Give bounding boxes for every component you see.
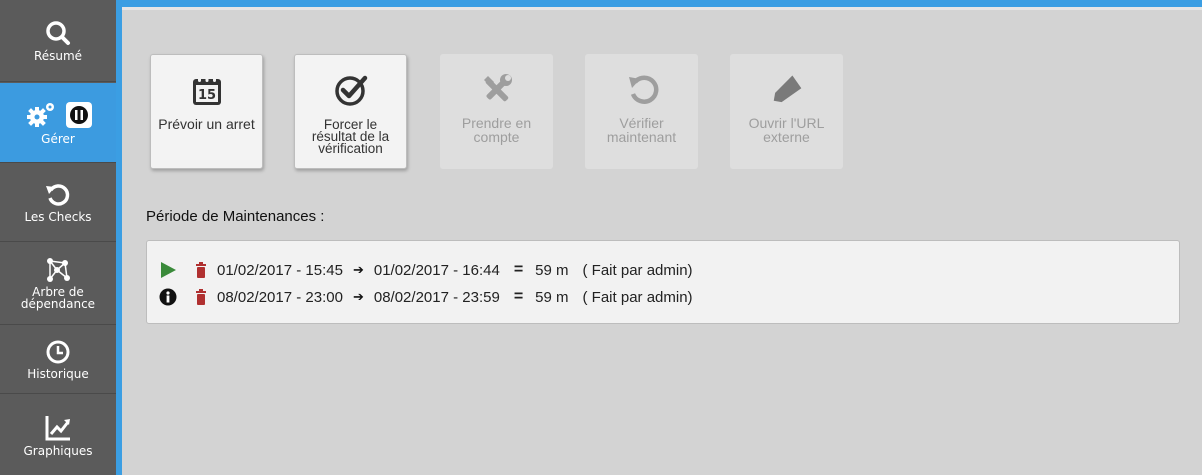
trash-icon [196, 289, 206, 305]
sidebar: Résumé Gérer Les Checks Arbre de dépenda… [0, 0, 116, 475]
tools-icon [483, 74, 512, 102]
sidebar-item-graphiques[interactable]: Graphiques [0, 395, 116, 475]
downtime-start: 01/02/2017 - 15:45 [217, 261, 343, 279]
check-now-label: Vérifier maintenant [606, 115, 677, 145]
accent-bar-horizontal [116, 0, 1202, 7]
check-now-button[interactable]: Vérifier maintenant [585, 54, 698, 169]
downtime-duration: 59 m [535, 261, 569, 279]
acknowledge-button[interactable]: Prendre en compte [440, 54, 553, 169]
sidebar-item-label: Résumé [33, 49, 83, 63]
arrow-right-icon: ➔ [352, 262, 364, 277]
arrow-right-icon: ➔ [352, 289, 364, 304]
force-result-button[interactable]: Forcer le résultat de la vérification [294, 54, 407, 169]
tag-icon [773, 75, 801, 103]
gears-icon [27, 103, 54, 127]
acknowledge-label: Prendre en compte [461, 115, 532, 145]
sidebar-item-gerer[interactable]: Gérer [0, 83, 116, 163]
delete-downtime-button[interactable] [195, 262, 217, 278]
list-item: 01/02/2017 - 15:45 ➔ 01/02/2017 - 16:44 … [159, 260, 693, 280]
delete-downtime-button[interactable] [195, 289, 217, 305]
sidebar-item-historique[interactable]: Historique [0, 326, 116, 394]
play-icon [161, 262, 176, 278]
sidebar-item-checks[interactable]: Les Checks [0, 164, 116, 242]
chart-icon [45, 415, 70, 440]
sidebar-item-label: Gérer [41, 132, 75, 146]
svg-text:15: 15 [197, 88, 215, 103]
accent-bar-vertical [116, 0, 122, 475]
schedule-downtime-label: Prévoir un arret [158, 116, 255, 132]
refresh-icon [628, 75, 658, 104]
downtime-duration: 59 m [535, 288, 569, 306]
pause-badge-icon [66, 102, 92, 128]
sidebar-item-label: Historique [27, 367, 89, 381]
sidebar-item-label: Graphiques [23, 443, 93, 458]
search-icon [46, 21, 70, 45]
refresh-icon [46, 184, 70, 206]
check-circle-icon [334, 75, 367, 106]
downtime-author: ( Fait par admin) [582, 261, 693, 279]
downtime-end: 08/02/2017 - 23:59 [373, 288, 500, 306]
dependency-tree-icon [47, 258, 70, 282]
schedule-downtime-button[interactable]: 15 Prévoir un arret [150, 54, 263, 169]
downtime-author: ( Fait par admin) [582, 288, 693, 306]
trash-icon [196, 262, 206, 278]
sidebar-item-dependency-tree[interactable]: Arbre de dépendance [0, 243, 116, 325]
open-url-label: Ouvrir l'URL externe [748, 115, 825, 145]
sidebar-item-label: Les Checks [24, 210, 92, 224]
downtime-end: 01/02/2017 - 16:44 [373, 261, 500, 279]
calendar-icon: 15 [192, 75, 221, 105]
maintenance-list: 01/02/2017 - 15:45 ➔ 01/02/2017 - 16:44 … [146, 240, 1180, 324]
accent-divider [122, 7, 1202, 10]
info-icon [159, 288, 177, 306]
sidebar-item-label: Arbre de dépendance [20, 285, 96, 311]
list-item: 08/02/2017 - 23:00 ➔ 08/02/2017 - 23:59 … [159, 287, 693, 307]
force-result-label: Forcer le résultat de la vérification [311, 117, 390, 156]
maintenance-title: Période de Maintenances : [146, 208, 325, 225]
equals-icon: = [513, 288, 524, 305]
equals-icon: = [513, 261, 524, 278]
open-url-button[interactable]: Ouvrir l'URL externe [730, 54, 843, 169]
downtime-start: 08/02/2017 - 23:00 [217, 288, 343, 306]
clock-icon [46, 340, 70, 364]
sidebar-item-resume[interactable]: Résumé [0, 0, 116, 82]
